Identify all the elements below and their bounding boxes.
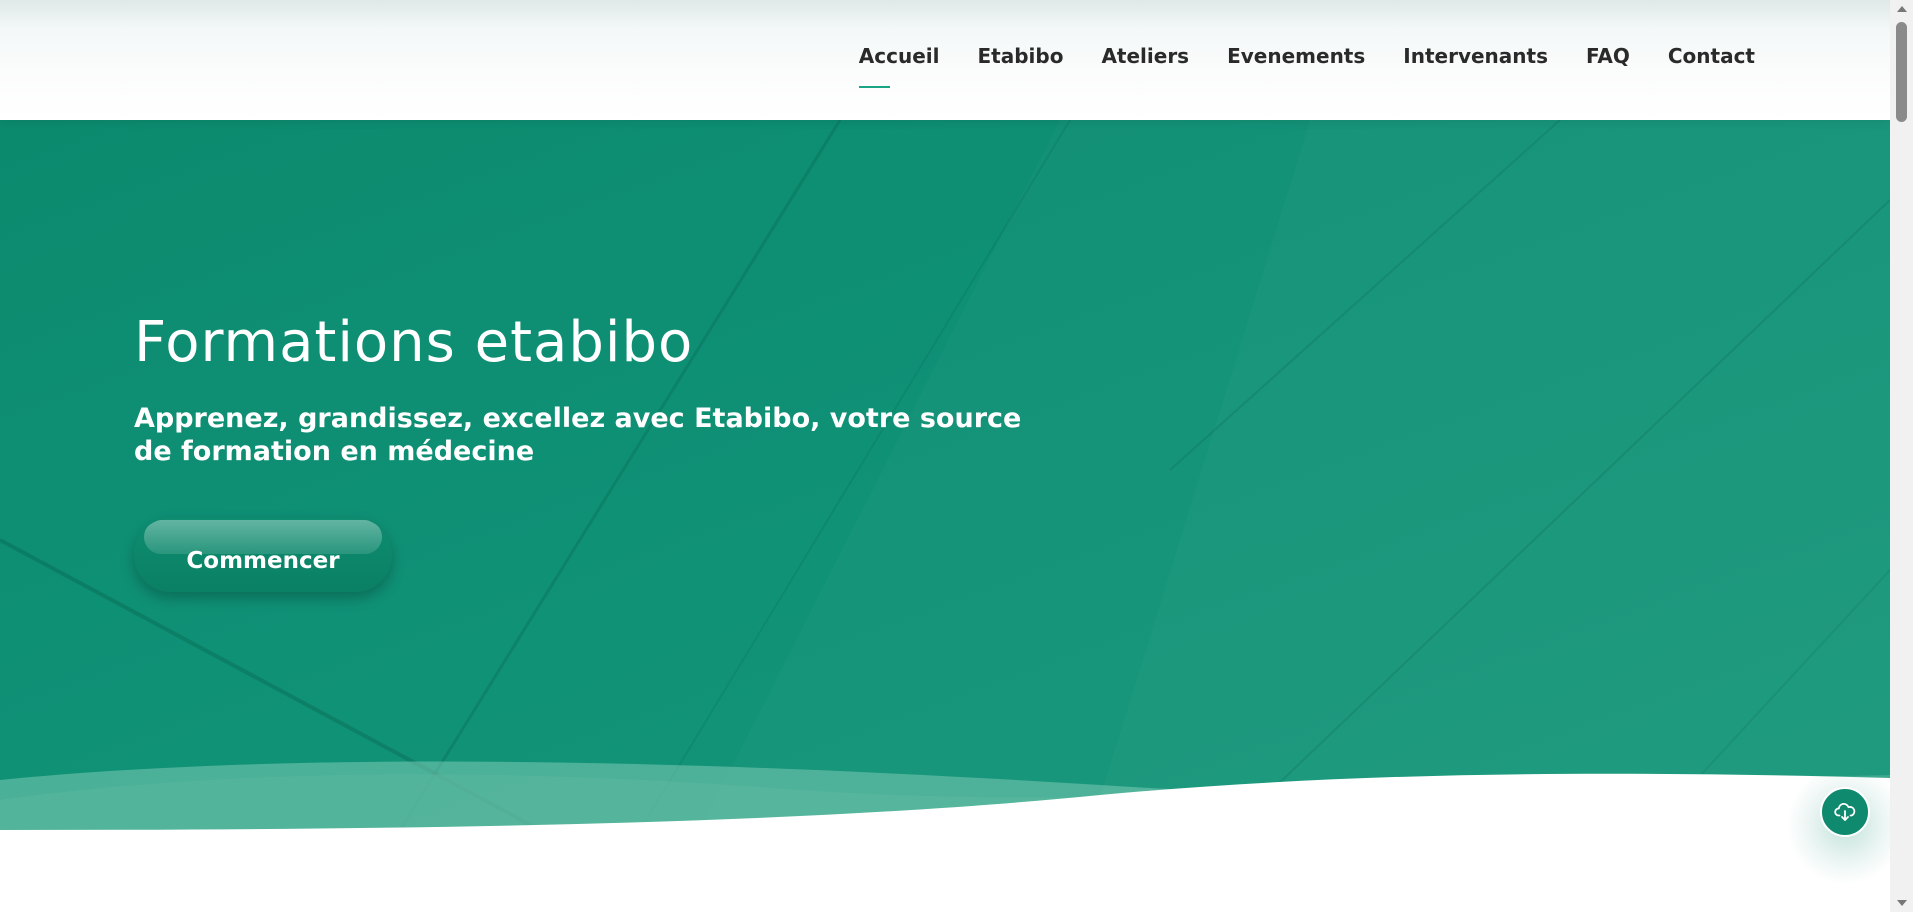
commencer-button[interactable]: Commencer — [134, 518, 392, 592]
site-header: Accueil Etabibo Ateliers Evenements Inte… — [0, 0, 1890, 120]
nav-item-ateliers[interactable]: Ateliers — [1101, 40, 1189, 72]
cloud-download-button[interactable] — [1820, 787, 1870, 837]
hero-background-lines — [0, 120, 1890, 830]
scrollbar-thumb[interactable] — [1896, 22, 1907, 122]
main-nav: Accueil Etabibo Ateliers Evenements Inte… — [858, 0, 1755, 112]
page: Accueil Etabibo Ateliers Evenements Inte… — [0, 0, 1913, 912]
nav-item-accueil[interactable]: Accueil — [858, 40, 939, 88]
nav-item-contact[interactable]: Contact — [1668, 40, 1755, 72]
hero-subtitle: Apprenez, grandissez, excellez avec Etab… — [134, 403, 1022, 467]
scroll-down-arrow-icon[interactable] — [1897, 900, 1907, 906]
hero-wave-divider — [0, 761, 1890, 912]
scroll-up-arrow-icon[interactable] — [1897, 6, 1907, 12]
cloud-download-icon — [1834, 803, 1856, 821]
commencer-button-label: Commencer — [186, 548, 340, 574]
nav-item-faq[interactable]: FAQ — [1586, 40, 1630, 72]
nav-item-etabibo[interactable]: Etabibo — [977, 40, 1063, 72]
page-scrollbar[interactable] — [1890, 0, 1913, 912]
hero-title: Formations etabibo — [134, 310, 694, 375]
nav-item-intervenants[interactable]: Intervenants — [1403, 40, 1548, 72]
hero-section: Formations etabibo Apprenez, grandissez,… — [0, 120, 1890, 830]
nav-item-evenements[interactable]: Evenements — [1227, 40, 1365, 72]
